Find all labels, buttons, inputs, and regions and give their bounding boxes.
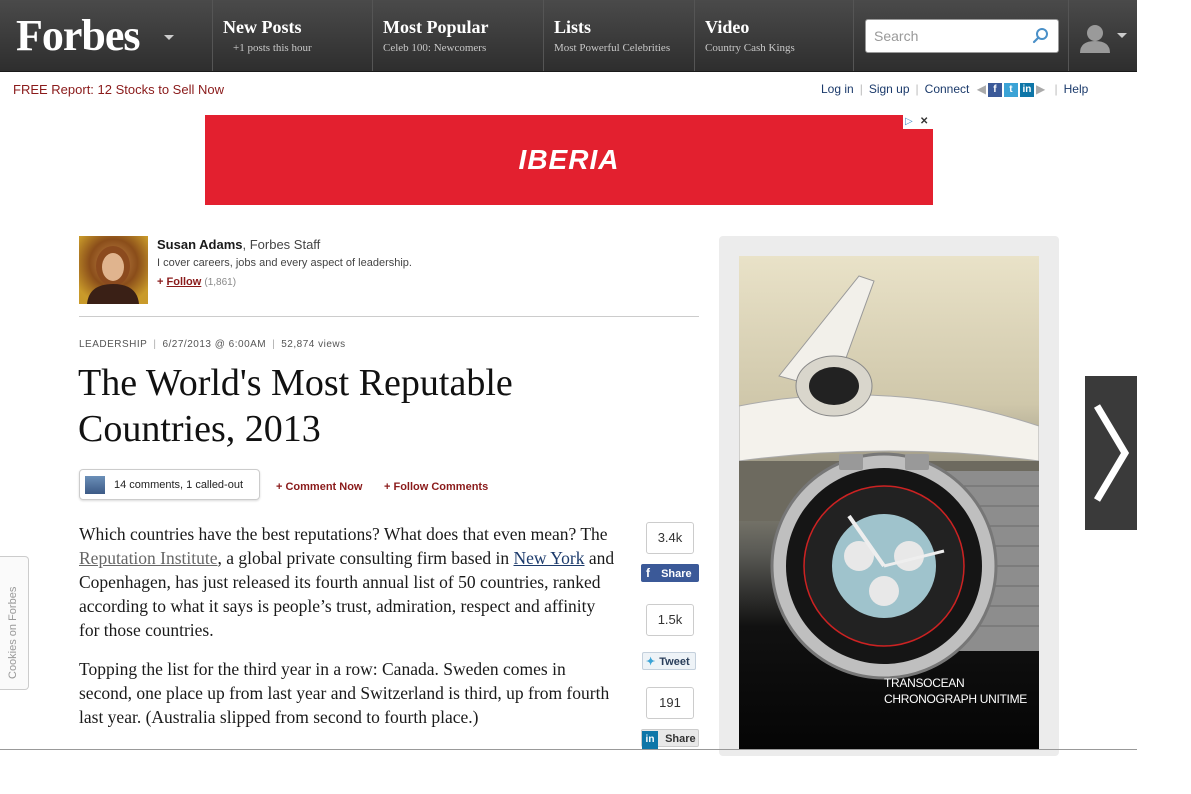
chevron-right-icon	[1093, 404, 1130, 502]
comments-button[interactable]: 14 comments, 1 called-out	[79, 469, 260, 500]
forbes-logo[interactable]: Forbes	[16, 10, 141, 62]
next-article-button[interactable]	[1085, 376, 1137, 530]
ad-caption-line1: TRANSOCEAN	[884, 676, 965, 690]
facebook-share-count: 3.4k	[646, 522, 694, 554]
user-dropdown-icon	[1117, 33, 1127, 38]
divider	[79, 316, 699, 317]
author-name[interactable]: Susan Adams	[157, 237, 243, 252]
commenter-avatar	[85, 476, 105, 494]
connect-label: Connect	[924, 82, 970, 96]
facebook-icon[interactable]: f	[987, 82, 1002, 97]
promo-link[interactable]: FREE Report: 12 Stocks to Sell Now	[13, 82, 224, 97]
nav-title: New Posts	[223, 17, 302, 37]
facebook-share-button[interactable]: f Share	[641, 564, 699, 582]
divider: |	[915, 82, 919, 96]
facebook-icon: f	[646, 566, 650, 580]
divider: |	[272, 339, 276, 350]
follow-button[interactable]: Follow	[167, 276, 202, 288]
close-icon[interactable]: ✕	[920, 115, 928, 129]
user-avatar-icon	[1080, 25, 1110, 53]
nav-title: Video	[705, 17, 750, 37]
article-paragraph: Topping the list for the third year in a…	[79, 659, 610, 727]
nav-subtitle: +1 posts this hour	[233, 42, 312, 54]
author-byline: Susan Adams, Forbes Staff	[157, 237, 320, 252]
login-link[interactable]: Log in	[821, 82, 854, 96]
nav-title: Most Popular	[383, 17, 489, 37]
ad-caption: TRANSOCEAN CHRONOGRAPH UNITIME	[884, 675, 1027, 707]
divider: |	[859, 82, 863, 96]
author-avatar[interactable]	[79, 236, 148, 304]
nav-subtitle: Most Powerful Celebrities	[554, 42, 671, 54]
publish-date: 6/27/2013 @ 6:00AM	[162, 339, 267, 350]
chevron-right-icon[interactable]: ▶	[1036, 82, 1045, 96]
top-nav-bar: Forbes New Posts +1 posts this hour Most…	[0, 0, 1137, 72]
text-segment: Which countries have the best reputation…	[79, 524, 608, 544]
twitter-share-count: 1.5k	[646, 604, 694, 636]
author-photo-image	[87, 246, 139, 304]
search-icon[interactable]	[1032, 27, 1050, 45]
linkedin-share-button[interactable]: in Share	[641, 729, 699, 749]
cookies-tab[interactable]: Cookies on Forbes	[0, 556, 29, 690]
text-segment: , a global private consulting firm based…	[217, 548, 514, 568]
cookies-label: Cookies on Forbes	[7, 586, 19, 679]
follow-comments-link[interactable]: + Follow Comments	[384, 481, 488, 493]
new-york-link[interactable]: New York	[514, 548, 585, 568]
article-paragraph: Which countries have the best reputation…	[79, 522, 619, 642]
nav-lists[interactable]: Lists Most Powerful Celebrities	[543, 0, 694, 71]
linkedin-share-count: 191	[646, 687, 694, 719]
twitter-icon[interactable]: t	[1003, 82, 1018, 97]
linkedin-icon[interactable]: in	[1019, 82, 1034, 97]
author-bio: I cover careers, jobs and every aspect o…	[157, 257, 412, 269]
ad-caption-line2: CHRONOGRAPH UNITIME	[884, 692, 1027, 706]
watch-ad[interactable]: TRANSOCEAN CHRONOGRAPH UNITIME	[739, 256, 1039, 750]
share-label: Share	[665, 733, 696, 745]
ad-choices[interactable]: ▷ ✕	[903, 115, 933, 129]
article-meta: LEADERSHIP | 6/27/2013 @ 6:00AM | 52,874 vie…	[79, 339, 346, 350]
view-count: 52,874 views	[281, 339, 346, 350]
author-role: , Forbes Staff	[242, 237, 321, 252]
comment-now-link[interactable]: + Comment Now	[276, 481, 362, 493]
nav-subtitle: Celeb 100: Newcomers	[383, 42, 487, 54]
banner-brand: IBERIA	[518, 144, 620, 175]
search-input[interactable]	[872, 20, 1026, 52]
nav-title: Lists	[554, 17, 592, 37]
logo-dropdown-icon[interactable]	[164, 35, 174, 40]
twitter-bird-icon: ✦	[646, 656, 656, 668]
nav-most-popular[interactable]: Most Popular Celeb 100: Newcomers	[372, 0, 543, 71]
divider	[0, 749, 1137, 750]
ad-info-icon[interactable]: ▷	[905, 115, 913, 129]
nav-subtitle: Country Cash Kings	[705, 42, 795, 54]
divider: |	[1054, 82, 1058, 96]
reputation-institute-link[interactable]: Reputation Institute	[79, 548, 218, 568]
follower-count: (1,861)	[204, 277, 237, 288]
chevron-left-icon[interactable]: ◀	[977, 82, 986, 96]
article-title: The World's Most Reputable Countries, 20…	[78, 362, 513, 450]
user-menu[interactable]	[1068, 0, 1138, 71]
plus-icon: +	[157, 276, 164, 288]
comments-count: 14 comments, 1 called-out	[114, 479, 244, 491]
follow-author: + Follow (1,861)	[157, 276, 236, 288]
tweet-label: Tweet	[659, 656, 690, 668]
divider: |	[153, 339, 157, 350]
banner-ad[interactable]: IBERIA ▷ ✕	[205, 115, 933, 205]
tweet-button[interactable]: ✦ Tweet	[642, 652, 696, 670]
share-label: Share	[661, 568, 692, 580]
nav-new-posts[interactable]: New Posts +1 posts this hour	[212, 0, 372, 71]
utility-links: Log in | Sign up | Connect ◀ f t in ▶ | Help	[821, 82, 1088, 97]
section-label[interactable]: LEADERSHIP	[79, 339, 147, 350]
linkedin-icon: in	[642, 731, 658, 749]
search-box	[865, 19, 1059, 53]
help-link[interactable]: Help	[1064, 82, 1089, 96]
nav-video[interactable]: Video Country Cash Kings	[694, 0, 854, 71]
signup-link[interactable]: Sign up	[869, 82, 910, 96]
